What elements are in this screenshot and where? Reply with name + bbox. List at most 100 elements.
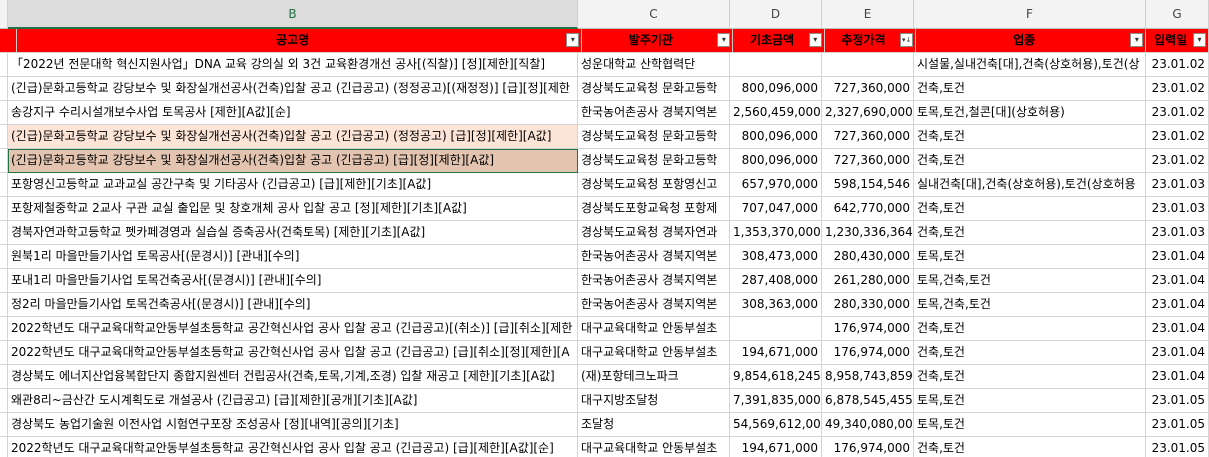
cell-input-date[interactable]: 23.01.04 xyxy=(1146,293,1209,317)
column-header-d[interactable]: D xyxy=(730,0,822,29)
cell-ordering-agency[interactable]: 성운대학교 산학협력단 xyxy=(578,53,730,77)
cell-input-date[interactable]: 23.01.05 xyxy=(1146,413,1209,437)
filter-dropdown-icon[interactable]: ▾ xyxy=(717,33,731,47)
cell-estimated-price[interactable]: 8,958,743,859 xyxy=(822,365,914,389)
cell-estimated-price[interactable]: 727,360,000 xyxy=(822,149,914,173)
column-header-a[interactable] xyxy=(0,0,8,29)
cell-a[interactable] xyxy=(0,389,8,413)
cell-base-amount[interactable]: 54,569,612,000 xyxy=(730,413,822,437)
cell-input-date[interactable]: 23.01.02 xyxy=(1146,77,1209,101)
cell-estimated-price[interactable]: 280,330,000 xyxy=(822,293,914,317)
cell-industry[interactable]: 토목,건축,토건 xyxy=(914,293,1146,317)
cell-ordering-agency[interactable]: 한국농어촌공사 경북지역본 xyxy=(578,293,730,317)
column-header-f[interactable]: F xyxy=(914,0,1146,29)
cell-input-date[interactable]: 23.01.03 xyxy=(1146,197,1209,221)
cell-bid-title[interactable]: 포항제철중학교 2교사 구관 교실 출입문 및 창호개체 공사 입찰 공고 [정… xyxy=(8,197,578,221)
cell-ordering-agency[interactable]: 한국농어촌공사 경북지역본 xyxy=(578,245,730,269)
cell-base-amount[interactable] xyxy=(730,317,822,341)
cell-base-amount[interactable]: 194,671,000 xyxy=(730,437,822,457)
cell-base-amount[interactable]: 308,363,000 xyxy=(730,293,822,317)
cell-input-date[interactable]: 23.01.04 xyxy=(1146,269,1209,293)
cell-a[interactable] xyxy=(0,53,8,77)
cell-base-amount[interactable]: 308,473,000 xyxy=(730,245,822,269)
cell-bid-title[interactable]: (긴급)문화고등학교 강당보수 및 화장실개선공사(건축)입찰 공고 (긴급공고… xyxy=(8,125,578,149)
cell-ordering-agency[interactable]: 한국농어촌공사 경북지역본 xyxy=(578,269,730,293)
cell-estimated-price[interactable]: 642,770,000 xyxy=(822,197,914,221)
cell-industry[interactable]: 토목,토건 xyxy=(914,245,1146,269)
cell-bid-title[interactable]: 경북자연과학고등학교 펫카페경영과 실습실 증축공사(건축토목) [제한][기초… xyxy=(8,221,578,245)
cell-a[interactable] xyxy=(0,269,8,293)
cell-bid-title[interactable]: 포내1리 마을만들기사업 토목건축공사[(문경시)] [관내][수의] xyxy=(8,269,578,293)
cell-a[interactable] xyxy=(0,317,8,341)
cell-base-amount[interactable]: 800,096,000 xyxy=(730,125,822,149)
column-header-c[interactable]: C xyxy=(578,0,730,29)
cell-input-date[interactable]: 23.01.02 xyxy=(1146,149,1209,173)
cell-input-date[interactable]: 23.01.03 xyxy=(1146,221,1209,245)
cell-base-amount[interactable]: 2,560,459,000 xyxy=(730,101,822,125)
cell-bid-title[interactable]: 경상북도 농업기술원 이전사업 시험연구포장 조성공사 [정][내역][공의][… xyxy=(8,413,578,437)
cell-ordering-agency[interactable]: 경상북도교육청 경북자연과 xyxy=(578,221,730,245)
cell-a[interactable] xyxy=(0,341,8,365)
cell-bid-title[interactable]: 「2022년 전문대학 혁신지원사업」DNA 교육 강의실 외 3건 교육환경개… xyxy=(8,53,578,77)
cell-ordering-agency[interactable]: (재)포항테크노파크 xyxy=(578,365,730,389)
cell-industry[interactable]: 토목,토건 xyxy=(914,389,1146,413)
cell-a[interactable] xyxy=(0,77,8,101)
cell-industry[interactable]: 토목,토건,철콘[대](상호허용) xyxy=(914,101,1146,125)
cell-base-amount[interactable]: 657,970,000 xyxy=(730,173,822,197)
cell-a[interactable] xyxy=(0,365,8,389)
cell-industry[interactable]: 건축,토건 xyxy=(914,149,1146,173)
cell-input-date[interactable]: 23.01.02 xyxy=(1146,101,1209,125)
cell-estimated-price[interactable]: 727,360,000 xyxy=(822,125,914,149)
cell-bid-title[interactable]: 정2리 마을만들기사업 토목건축공사[(문경시)] [관내][수의] xyxy=(8,293,578,317)
cell-estimated-price[interactable]: 2,327,690,000 xyxy=(822,101,914,125)
cell-base-amount[interactable]: 287,408,000 xyxy=(730,269,822,293)
cell-industry[interactable]: 건축,토건 xyxy=(914,197,1146,221)
cell-input-date[interactable]: 23.01.04 xyxy=(1146,341,1209,365)
cell-a[interactable] xyxy=(0,413,8,437)
cell-base-amount[interactable]: 800,096,000 xyxy=(730,149,822,173)
cell-industry[interactable]: 건축,토건 xyxy=(914,341,1146,365)
cell-input-date[interactable]: 23.01.04 xyxy=(1146,365,1209,389)
cell-industry[interactable]: 건축,토건 xyxy=(914,365,1146,389)
cell-estimated-price[interactable]: 6,878,545,455 xyxy=(822,389,914,413)
filter-dropdown-icon[interactable]: ▾ xyxy=(1130,33,1144,47)
cell-a[interactable] xyxy=(0,101,8,125)
cell-a[interactable] xyxy=(0,437,8,457)
cell-input-date[interactable]: 23.01.02 xyxy=(1146,53,1209,77)
cell-ordering-agency[interactable]: 대구교육대학교 안동부설초 xyxy=(578,437,730,457)
cell-input-date[interactable]: 23.01.05 xyxy=(1146,437,1209,457)
cell-bid-title[interactable]: (긴급)문화고등학교 강당보수 및 화장실개선공사(건축)입찰 공고 (긴급공고… xyxy=(8,149,578,173)
filter-dropdown-icon[interactable]: ▾ xyxy=(808,33,822,47)
cell-ordering-agency[interactable]: 조달청 xyxy=(578,413,730,437)
cell-a[interactable] xyxy=(0,245,8,269)
cell-base-amount[interactable] xyxy=(730,53,822,77)
cell-industry[interactable]: 건축,토건 xyxy=(914,77,1146,101)
cell-estimated-price[interactable]: 261,280,000 xyxy=(822,269,914,293)
filter-dropdown-icon[interactable]: ▾ xyxy=(566,33,580,47)
cell-industry[interactable]: 건축,토건 xyxy=(914,437,1146,457)
cell-ordering-agency[interactable]: 경상북도포항교육청 포항제 xyxy=(578,197,730,221)
cell-industry[interactable]: 건축,토건 xyxy=(914,125,1146,149)
cell-base-amount[interactable]: 707,047,000 xyxy=(730,197,822,221)
cell-a[interactable] xyxy=(0,173,8,197)
cell-estimated-price[interactable] xyxy=(822,53,914,77)
cell-base-amount[interactable]: 194,671,000 xyxy=(730,341,822,365)
cell-industry[interactable]: 실내건축[대],건축(상호허용),토건(상호허용 xyxy=(914,173,1146,197)
cell-input-date[interactable]: 23.01.02 xyxy=(1146,125,1209,149)
cell-estimated-price[interactable]: 598,154,546 xyxy=(822,173,914,197)
cell-ordering-agency[interactable]: 대구교육대학교 안동부설초 xyxy=(578,317,730,341)
cell-input-date[interactable]: 23.01.05 xyxy=(1146,389,1209,413)
cell-bid-title[interactable]: 2022학년도 대구교육대학교안동부설초등학교 공간혁신사업 공사 입찰 공고 … xyxy=(8,317,578,341)
header-ordering-agency[interactable]: 발주기관 ▾ xyxy=(582,29,734,53)
cell-estimated-price[interactable]: 280,430,000 xyxy=(822,245,914,269)
cell-ordering-agency[interactable]: 대구교육대학교 안동부설초 xyxy=(578,341,730,365)
cell-input-date[interactable]: 23.01.04 xyxy=(1146,317,1209,341)
cell-a[interactable] xyxy=(0,149,8,173)
cell-industry[interactable]: 토목,토건 xyxy=(914,413,1146,437)
cell-ordering-agency[interactable]: 경상북도교육청 포항영신고 xyxy=(578,173,730,197)
cell-a[interactable] xyxy=(0,293,8,317)
cell-bid-title[interactable]: 원북1리 마을만들기사업 토목공사[(문경시)] [관내][수의] xyxy=(8,245,578,269)
cell-base-amount[interactable]: 9,854,618,245 xyxy=(730,365,822,389)
cell-ordering-agency[interactable]: 경상북도교육청 문화고등학 xyxy=(578,125,730,149)
cell-estimated-price[interactable]: 1,230,336,364 xyxy=(822,221,914,245)
